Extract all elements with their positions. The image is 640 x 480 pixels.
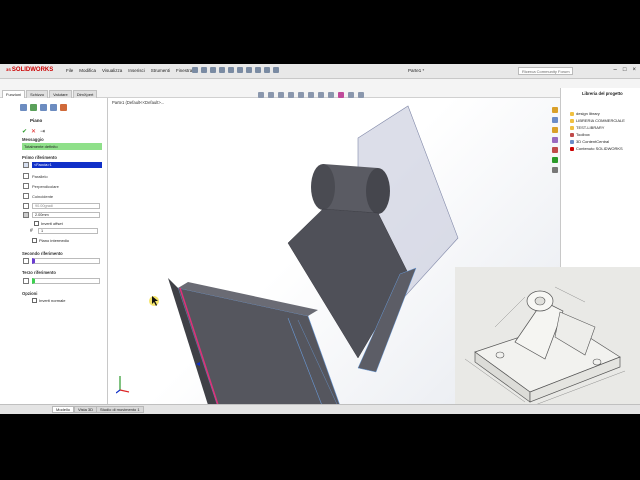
pm-action-buttons: ✔ ✕ ⇥ [22,128,45,135]
boss-face [311,164,335,210]
forum-icon[interactable] [552,167,558,173]
quick-access-toolbar [192,67,279,73]
library-item[interactable]: LIBRERIA COMMERCIALE [570,118,625,123]
reference-icon [23,162,29,168]
library-item[interactable]: Contenuto SOLIDWORKS [570,146,623,151]
configuration-manager-icon[interactable] [40,104,47,111]
appearances-icon[interactable] [552,147,558,153]
document-title: Parte1 * [408,68,425,73]
options-icon[interactable] [273,67,279,73]
library-item[interactable]: Toolbox [570,132,590,137]
close-icon[interactable]: × [632,67,636,73]
display-manager-icon[interactable] [60,104,67,111]
task-pane [560,88,640,276]
menu-strumenti[interactable]: Strumenti [151,68,170,73]
undo-icon[interactable] [246,67,252,73]
reference-icon [23,278,29,284]
3d-content-icon [570,139,574,144]
boss-back [366,168,390,214]
folder-icon [570,118,574,123]
reference-drawing-photo [455,267,640,408]
count-icon: # [30,228,33,234]
folder-icon [570,125,574,130]
new-icon[interactable] [210,67,216,73]
rebuild-icon[interactable] [264,67,270,73]
task-pane-tabs [551,106,560,216]
resources-icon[interactable] [552,107,558,113]
perpendicular-icon[interactable] [23,183,29,189]
select-icon[interactable] [255,67,261,73]
inverti-normale-checkbox[interactable]: Inverti normale [32,298,65,303]
reference-icon [23,258,29,264]
option-parallelo[interactable]: Parallelo [32,174,48,179]
library-item[interactable]: 3D ContentCentral [570,139,609,144]
ok-icon[interactable]: ✔ [22,128,27,135]
coincident-icon[interactable] [23,193,29,199]
manager-tabs [20,104,67,111]
search-input[interactable]: Ricerca Community Forum [518,67,573,75]
menu-inserisci[interactable]: Inserisci [128,68,145,73]
task-pane-title: Libreria del progetto [582,91,623,96]
pm-title: Piano [30,118,43,123]
offset-distance-icon[interactable] [23,212,29,218]
piano-intermedio-checkbox[interactable]: Piano intermedio [32,238,69,243]
coordinate-triad-icon [116,376,130,394]
angle-icon[interactable] [23,203,29,209]
count-field[interactable]: 1 [38,228,98,234]
tab-vista-3d[interactable]: Vista 3D [74,406,98,413]
library-item[interactable]: TEST-LIBRARY [570,125,604,130]
home-icon[interactable] [201,67,207,73]
option-perpendicolare[interactable]: Perpendicolare [32,184,59,189]
solidworks-logo[interactable]: 3SSOLIDWORKS [6,67,53,73]
primo-selection-field[interactable]: <Faccia>1 [32,162,102,168]
pin-icon[interactable] [192,67,198,73]
terzo-riferimento-heading[interactable]: Terzo riferimento [22,270,56,275]
menu-modifica[interactable]: Modifica [79,68,96,73]
pushpin-icon[interactable]: ⇥ [40,128,45,135]
messaggio-heading: Messaggio [22,137,44,142]
minimize-icon[interactable]: – [614,67,617,73]
file-explorer-icon[interactable] [552,127,558,133]
menu-bar: File Modifica Visualizza Inserisci Strum… [66,68,192,73]
terzo-selection-field[interactable] [32,278,100,284]
design-library-icon[interactable] [552,117,558,123]
toolbox-icon [570,132,574,137]
opzioni-heading[interactable]: Opzioni [22,291,37,296]
property-manager-icon[interactable] [30,104,37,111]
secondo-riferimento-heading[interactable]: Secondo riferimento [22,251,63,256]
open-icon[interactable] [219,67,225,73]
distance-field[interactable]: 2.00mm [32,212,100,218]
primo-riferimento-heading[interactable]: Primo riferimento [22,155,57,160]
solidworks-content-icon [570,146,574,151]
message-box: Totalmente definito [22,143,102,150]
menu-finestra[interactable]: Finestra [176,68,192,73]
option-coincidente[interactable]: Coincidente [32,194,53,199]
parallel-icon[interactable] [23,173,29,179]
view-palette-icon[interactable] [552,137,558,143]
cancel-icon[interactable]: ✕ [31,128,36,135]
window-controls: – □ × [614,67,636,73]
dimxpert-manager-icon[interactable] [50,104,57,111]
custom-properties-icon[interactable] [552,157,558,163]
feature-tree-icon[interactable] [20,104,27,111]
print-icon[interactable] [237,67,243,73]
secondo-selection-field[interactable] [32,258,100,264]
angle-field[interactable]: 90.00gradi [32,203,100,209]
menu-file[interactable]: File [66,68,73,73]
save-icon[interactable] [228,67,234,73]
solidworks-window: 3SSOLIDWORKS File Modifica Visualizza In… [0,64,640,414]
title-bar: 3SSOLIDWORKS File Modifica Visualizza In… [0,64,640,79]
folder-icon [570,111,574,116]
tab-modello[interactable]: Modello [52,406,75,413]
isometric-sketch [464,286,626,406]
maximize-icon[interactable]: □ [623,67,627,73]
inverti-offset-checkbox[interactable]: Inverti offset [34,221,63,226]
library-item[interactable]: design library [570,111,600,116]
tab-studio-movimento[interactable]: Studio di movimento 1 [96,406,144,413]
menu-visualizza[interactable]: Visualizza [102,68,122,73]
